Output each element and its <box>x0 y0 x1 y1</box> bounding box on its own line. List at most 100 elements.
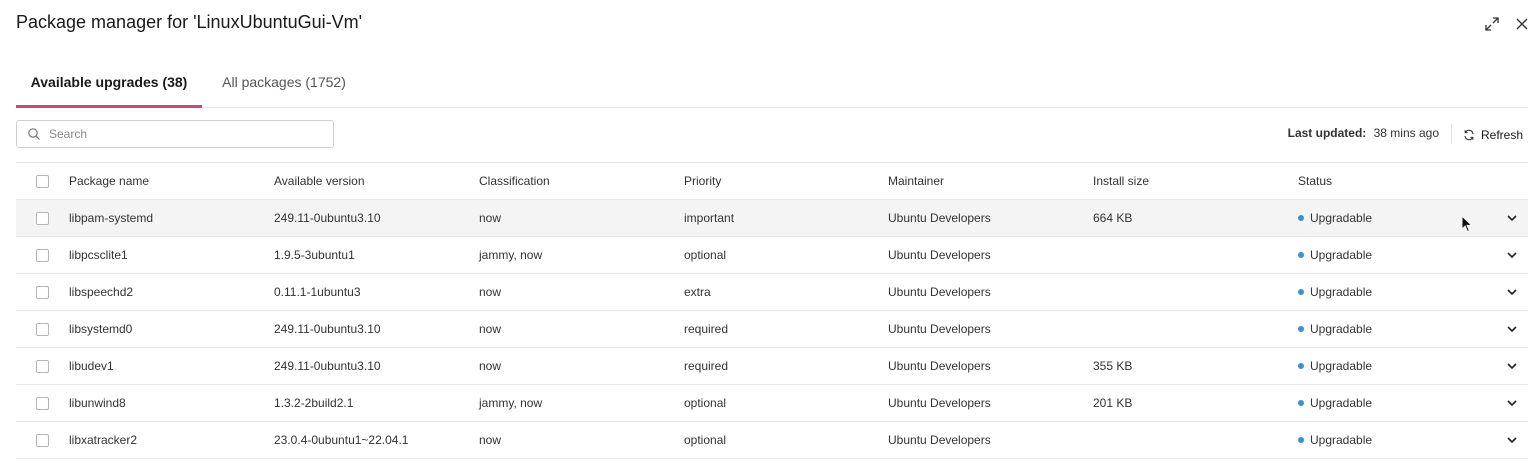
cell-priority: optional <box>684 248 727 262</box>
last-updated-value: 38 mins ago <box>1373 126 1439 140</box>
chevron-down-icon <box>1507 363 1517 370</box>
cell-priority: optional <box>684 396 727 410</box>
close-button[interactable] <box>1510 12 1528 36</box>
chevron-down-icon <box>1507 215 1517 222</box>
status-badge: Upgradable <box>1298 311 1372 347</box>
column-header-priority[interactable]: Priority <box>684 163 721 199</box>
chevron-down-icon <box>1507 400 1517 407</box>
column-header-status[interactable]: Status <box>1298 163 1332 199</box>
cell-package-name: libudev1 <box>69 359 114 373</box>
last-updated-label: Last updated: <box>1287 126 1367 140</box>
chevron-down-icon <box>1507 252 1517 259</box>
cell-classification: jammy, now <box>479 396 543 410</box>
cell-available-version: 249.11-0ubuntu3.10 <box>274 359 381 373</box>
table-row[interactable]: libsystemd0 249.11-0ubuntu3.10 now required… <box>16 311 1528 348</box>
column-header-classification[interactable]: Classification <box>479 163 550 199</box>
tab-available-upgrades[interactable]: Available upgrades (38) <box>16 56 202 108</box>
expand-row-button[interactable] <box>1506 348 1518 384</box>
row-checkbox[interactable] <box>36 248 49 262</box>
cell-priority: required <box>684 322 729 336</box>
tab-all-packages[interactable]: All packages (1752) <box>202 56 366 107</box>
cell-classification: now <box>479 433 502 447</box>
cell-classification: jammy, now <box>479 248 543 262</box>
status-label: Upgradable <box>1310 285 1373 299</box>
expand-row-button[interactable] <box>1506 274 1518 310</box>
cell-maintainer: Ubuntu Developers <box>888 211 991 225</box>
status-dot-icon <box>1298 289 1304 295</box>
row-checkbox[interactable] <box>36 211 49 225</box>
status-dot-icon <box>1298 400 1304 406</box>
cell-package-name: libxatracker2 <box>69 433 138 447</box>
cell-classification: now <box>479 359 502 373</box>
cell-available-version: 23.0.4-0ubuntu1~22.04.1 <box>274 433 409 447</box>
column-header-install-size[interactable]: Install size <box>1093 163 1149 199</box>
status-label: Upgradable <box>1310 433 1373 447</box>
cell-available-version: 249.11-0ubuntu3.10 <box>274 322 381 336</box>
cell-priority: required <box>684 359 729 373</box>
table-row[interactable]: libunwind8 1.3.2-2build2.1 jammy, now optio… <box>16 385 1528 422</box>
chevron-down-icon <box>1507 289 1517 296</box>
cell-install-size: 201 KB <box>1093 396 1133 410</box>
table-row[interactable]: libpcsclite1 1.9.5-3ubuntu1 jammy, now opti… <box>16 237 1528 274</box>
search-input[interactable] <box>47 126 321 142</box>
status-label: Upgradable <box>1310 211 1373 225</box>
search-box <box>16 120 334 148</box>
status-badge: Upgradable <box>1298 385 1372 421</box>
expand-row-button[interactable] <box>1506 422 1518 458</box>
status-dot-icon <box>1298 326 1304 332</box>
cell-maintainer: Ubuntu Developers <box>888 359 991 373</box>
refresh-button[interactable]: Refresh <box>1463 125 1523 145</box>
select-all-checkbox[interactable] <box>36 174 49 188</box>
packages-table: Package name Available version Classific… <box>16 162 1528 459</box>
row-checkbox[interactable] <box>36 359 49 373</box>
cell-priority: important <box>684 211 735 225</box>
column-header-package-name[interactable]: Package name <box>69 163 149 199</box>
expand-icon <box>1485 17 1499 31</box>
table-row[interactable]: libudev1 249.11-0ubuntu3.10 now required Ubu… <box>16 348 1528 385</box>
cell-maintainer: Ubuntu Developers <box>888 285 991 299</box>
status-badge: Upgradable <box>1298 237 1372 273</box>
row-checkbox[interactable] <box>36 396 49 410</box>
row-checkbox[interactable] <box>36 322 49 336</box>
cell-maintainer: Ubuntu Developers <box>888 248 991 262</box>
cell-classification: now <box>479 285 502 299</box>
row-checkbox[interactable] <box>36 285 49 299</box>
table-row[interactable]: libpam-systemd 249.11-0ubuntu3.10 now impor… <box>16 200 1528 237</box>
table-row[interactable]: libspeechd2 0.11.1-1ubuntu3 now extra Ubuntu… <box>16 274 1528 311</box>
expand-row-button[interactable] <box>1506 385 1518 421</box>
cell-available-version: 1.9.5-3ubuntu1 <box>274 248 355 262</box>
expand-row-button[interactable] <box>1506 237 1518 273</box>
cell-classification: now <box>479 322 502 336</box>
status-badge: Upgradable <box>1298 422 1372 458</box>
status-badge: Upgradable <box>1298 348 1372 384</box>
column-header-available-version[interactable]: Available version <box>274 163 365 199</box>
cell-maintainer: Ubuntu Developers <box>888 396 991 410</box>
cell-package-name: libsystemd0 <box>69 322 133 336</box>
cell-priority: extra <box>684 285 711 299</box>
status-label: Upgradable <box>1310 396 1373 410</box>
status-badge: Upgradable <box>1298 274 1372 310</box>
status-label: Upgradable <box>1310 322 1373 336</box>
cell-available-version: 1.3.2-2build2.1 <box>274 396 354 410</box>
row-checkbox[interactable] <box>36 433 49 447</box>
tab-bar: Available upgrades (38) All packages (17… <box>16 56 1528 108</box>
expand-row-button[interactable] <box>1506 311 1518 347</box>
table-row[interactable]: libxatracker2 23.0.4-0ubuntu1~22.04.1 now o… <box>16 422 1528 459</box>
status-dot-icon <box>1298 363 1304 369</box>
window-title: Package manager for 'LinuxUbuntuGui-Vm' <box>16 12 363 32</box>
cell-available-version: 0.11.1-1ubuntu3 <box>274 285 361 299</box>
cell-install-size: 664 KB <box>1093 211 1133 225</box>
refresh-icon <box>1464 129 1474 141</box>
expand-button[interactable] <box>1480 12 1504 36</box>
column-header-maintainer[interactable]: Maintainer <box>888 163 944 199</box>
cell-package-name: libunwind8 <box>69 396 126 410</box>
cell-priority: optional <box>684 433 727 447</box>
cell-install-size: 355 KB <box>1093 359 1133 373</box>
search-icon <box>28 128 40 140</box>
cell-maintainer: Ubuntu Developers <box>888 433 991 447</box>
cell-classification: now <box>479 211 502 225</box>
cell-available-version: 249.11-0ubuntu3.10 <box>274 211 381 225</box>
expand-row-button[interactable] <box>1506 200 1518 236</box>
mouse-cursor-icon <box>1461 215 1473 233</box>
status-dot-icon <box>1298 215 1304 221</box>
